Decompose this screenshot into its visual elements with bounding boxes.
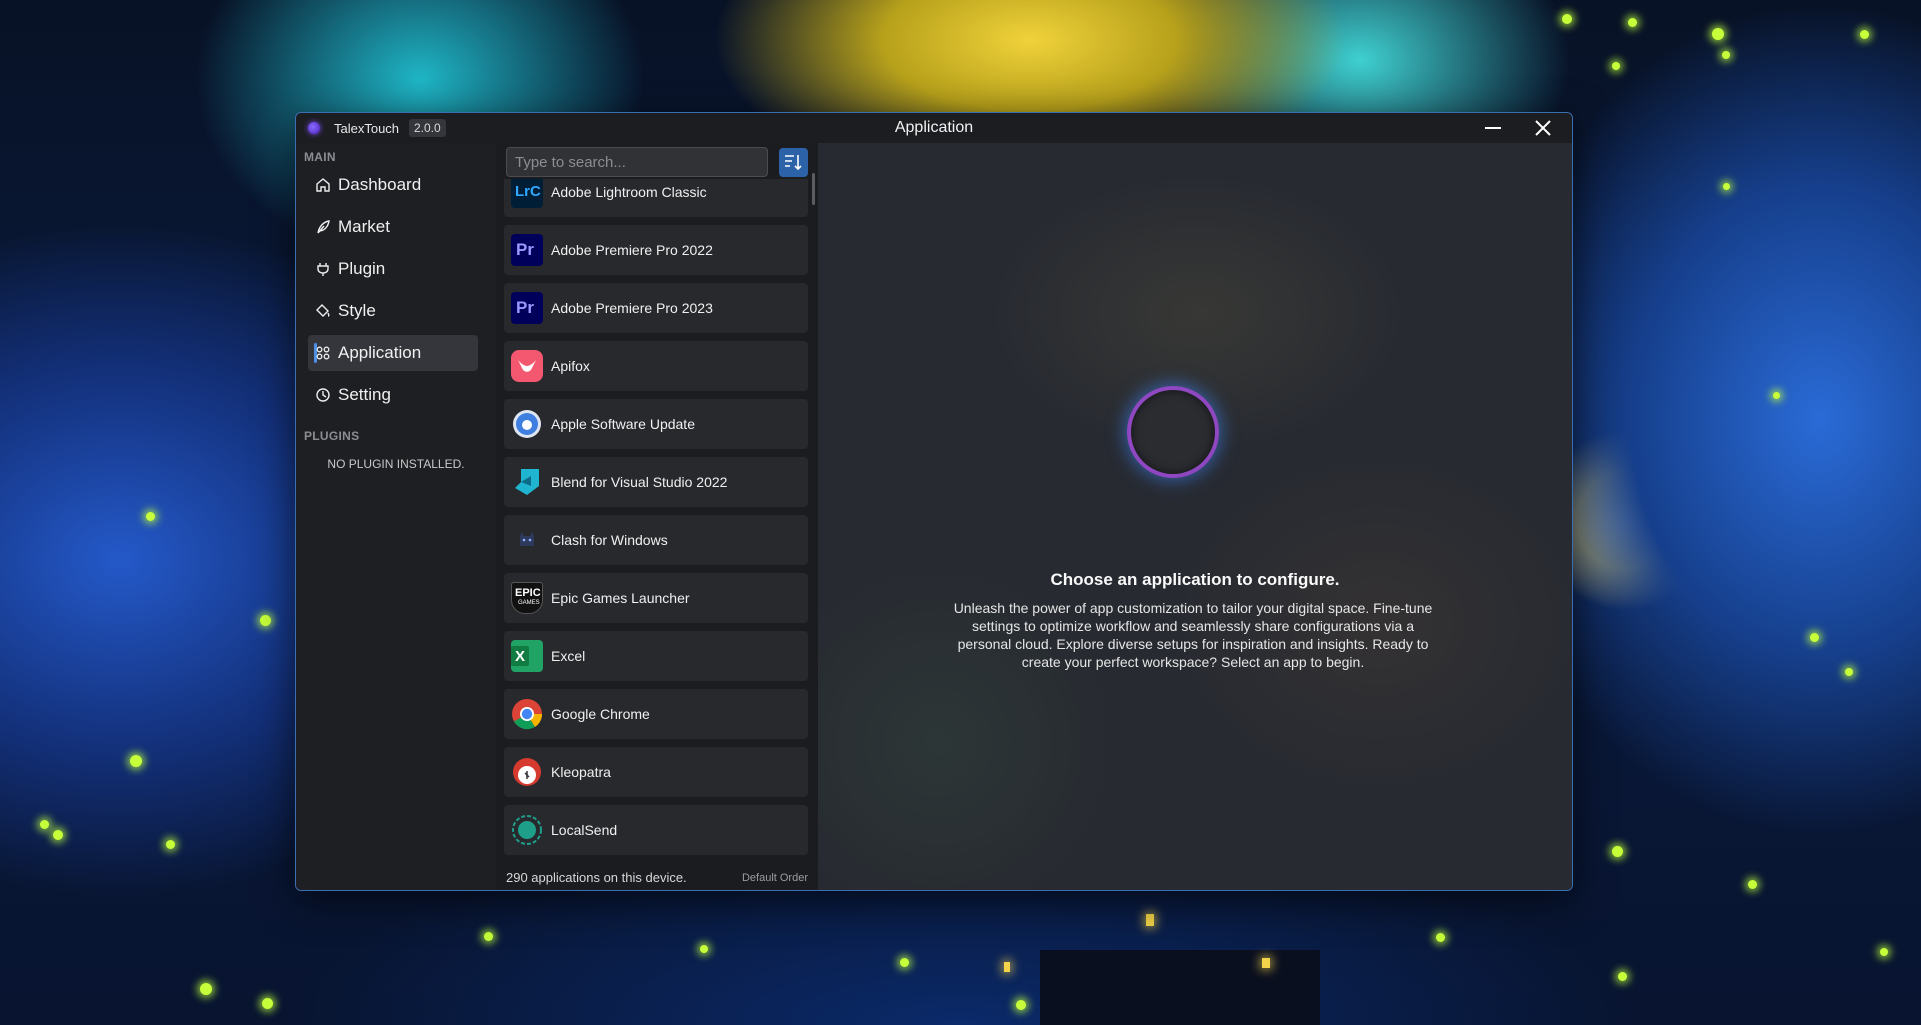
app-list-item[interactable]: Google Chrome bbox=[504, 689, 808, 739]
app-list-item[interactable]: Clash for Windows bbox=[504, 515, 808, 565]
app-list-item[interactable]: EPIC GAMES Epic Games Launcher bbox=[504, 573, 808, 623]
sidebar-item-setting[interactable]: Setting bbox=[308, 377, 478, 413]
empty-state-description: Unleash the power of app customization t… bbox=[953, 600, 1433, 670]
app-list-item[interactable]: LocalSend bbox=[504, 805, 808, 855]
feather-icon bbox=[317, 220, 330, 234]
order-toggle[interactable]: Default Order bbox=[742, 872, 808, 884]
sort-button[interactable] bbox=[779, 148, 808, 177]
minimize-button[interactable] bbox=[1472, 113, 1512, 143]
app-name: Google Chrome bbox=[551, 706, 650, 722]
premiere-icon: Pr bbox=[511, 292, 543, 324]
premiere-icon: Pr bbox=[511, 234, 543, 266]
home-icon bbox=[316, 178, 330, 192]
empty-state-orb bbox=[1131, 390, 1215, 474]
sidebar: MAIN Dashboard Market Plugin Style Appli… bbox=[296, 143, 496, 890]
app-list-item[interactable]: Kleopatra bbox=[504, 747, 808, 797]
clock-icon bbox=[316, 388, 330, 402]
sidebar-item-dashboard[interactable]: Dashboard bbox=[308, 167, 478, 203]
app-name: Excel bbox=[551, 648, 586, 664]
paint-bucket-icon bbox=[316, 304, 330, 317]
blend-icon bbox=[511, 466, 543, 498]
section-label-plugins: PLUGINS bbox=[304, 429, 360, 443]
close-button[interactable] bbox=[1522, 113, 1562, 143]
grid-icon bbox=[316, 346, 330, 360]
plug-icon bbox=[317, 263, 329, 276]
apifox-icon bbox=[511, 350, 543, 382]
minimize-icon bbox=[1485, 127, 1501, 129]
sidebar-item-label: Setting bbox=[338, 385, 391, 404]
app-list-item[interactable]: Pr Adobe Premiere Pro 2022 bbox=[504, 225, 808, 275]
search-input[interactable] bbox=[506, 147, 768, 177]
app-name: LocalSend bbox=[551, 822, 618, 838]
app-name: Apifox bbox=[551, 358, 590, 374]
sidebar-item-application[interactable]: Application bbox=[308, 335, 478, 371]
app-name: Blend for Visual Studio 2022 bbox=[551, 474, 728, 490]
main-panel: Choose an application to configure. Unle… bbox=[818, 143, 1572, 890]
no-plugin-message: NO PLUGIN INSTALLED. bbox=[327, 457, 465, 471]
close-icon bbox=[1535, 120, 1551, 136]
sidebar-item-plugin[interactable]: Plugin bbox=[308, 251, 478, 287]
apple-update-icon bbox=[511, 408, 543, 440]
app-list-item[interactable]: Apifox bbox=[504, 341, 808, 391]
sidebar-item-style[interactable]: Style bbox=[308, 293, 478, 329]
window-title: Application bbox=[894, 119, 974, 136]
sidebar-item-label: Plugin bbox=[338, 259, 386, 278]
sidebar-item-label: Application bbox=[338, 343, 422, 362]
kleopatra-icon bbox=[511, 756, 543, 788]
application-list-pane: LrC Adobe Lightroom Classic Pr Adobe Pre… bbox=[496, 143, 819, 890]
sidebar-item-label: Market bbox=[338, 217, 390, 236]
app-name: Kleopatra bbox=[551, 764, 611, 780]
app-list-item[interactable]: LrC Adobe Lightroom Classic bbox=[504, 179, 808, 217]
app-name: Adobe Lightroom Classic bbox=[551, 184, 707, 200]
list-footer: 290 applications on this device. Default… bbox=[496, 866, 818, 890]
app-list-item[interactable]: X Excel bbox=[504, 631, 808, 681]
excel-icon: X bbox=[511, 640, 543, 672]
title-bar[interactable]: TalexTouch 2.0.0 Application bbox=[296, 113, 1572, 143]
app-window: TalexTouch 2.0.0 Application MAIN Dashbo… bbox=[295, 112, 1573, 891]
cat-icon bbox=[511, 524, 543, 556]
sidebar-item-label: Dashboard bbox=[338, 175, 422, 194]
sidebar-item-label: Style bbox=[338, 301, 376, 320]
app-name: Adobe Premiere Pro 2022 bbox=[551, 242, 713, 258]
section-label-main: MAIN bbox=[304, 150, 336, 164]
epic-games-icon: EPIC GAMES bbox=[511, 582, 543, 614]
app-list-item[interactable]: Blend for Visual Studio 2022 bbox=[504, 457, 808, 507]
app-name: Epic Games Launcher bbox=[551, 590, 690, 606]
app-list-item[interactable]: Apple Software Update bbox=[504, 399, 808, 449]
app-list-item[interactable]: Pr Adobe Premiere Pro 2023 bbox=[504, 283, 808, 333]
list-scrollbar[interactable] bbox=[812, 173, 815, 205]
app-count: 290 applications on this device. bbox=[506, 870, 687, 885]
app-list: LrC Adobe Lightroom Classic Pr Adobe Pre… bbox=[504, 179, 808, 869]
localsend-icon bbox=[511, 814, 543, 846]
app-name: Apple Software Update bbox=[551, 416, 695, 432]
app-name: Clash for Windows bbox=[551, 532, 668, 548]
sort-icon bbox=[785, 155, 802, 171]
sidebar-item-market[interactable]: Market bbox=[308, 209, 478, 245]
lightroom-icon: LrC bbox=[511, 179, 543, 208]
empty-state-title: Choose an application to configure. bbox=[1050, 570, 1340, 589]
chrome-icon bbox=[511, 698, 543, 730]
app-name: Adobe Premiere Pro 2023 bbox=[551, 300, 713, 316]
